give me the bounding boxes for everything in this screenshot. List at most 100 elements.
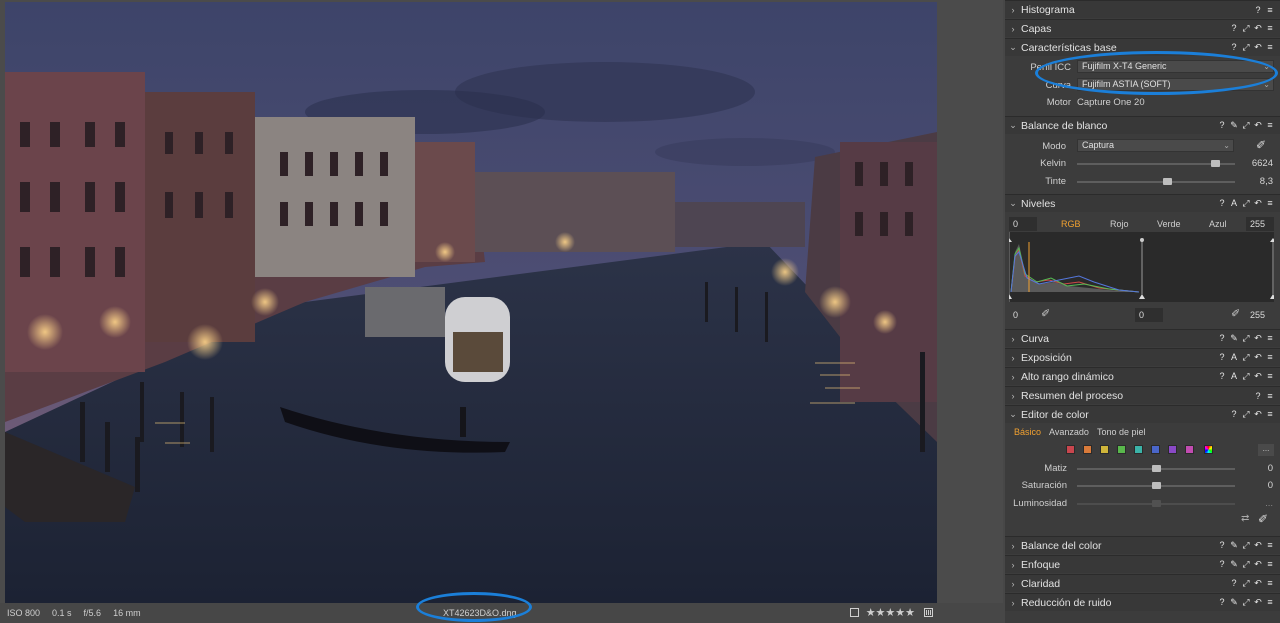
section-claridad[interactable]: › Claridad ? ⤢ ↶ ≡ xyxy=(1005,574,1280,592)
section-reduccion-de-ruido[interactable]: › Reducción de ruido ? ✎ ⤢ ↶ ≡ xyxy=(1005,593,1280,611)
reset-icon[interactable]: ↶ xyxy=(1254,371,1262,382)
color-swatch[interactable] xyxy=(1117,445,1126,454)
help-icon[interactable]: ? xyxy=(1218,371,1226,382)
tab-rgb[interactable]: RGB xyxy=(1061,219,1081,229)
auto-icon[interactable]: A xyxy=(1230,371,1238,382)
copy-icon[interactable]: ⤢ xyxy=(1242,559,1250,570)
hue-value[interactable]: 0 xyxy=(1235,463,1273,474)
saturation-knob[interactable] xyxy=(1151,482,1161,489)
picker-icon[interactable]: ✎ xyxy=(1230,540,1238,551)
curve-select[interactable]: Fujifilm ASTIA (SOFT) ⌄ xyxy=(1077,78,1274,91)
reset-icon[interactable]: ↶ xyxy=(1254,559,1262,570)
levels-input-high[interactable]: 255 xyxy=(1246,217,1274,231)
menu-icon[interactable]: ≡ xyxy=(1266,409,1274,420)
reset-icon[interactable]: ↶ xyxy=(1254,120,1262,131)
color-swatch[interactable] xyxy=(1100,445,1109,454)
copy-icon[interactable]: ⤢ xyxy=(1242,333,1250,344)
kelvin-value[interactable]: 6624 xyxy=(1235,158,1273,169)
tab-verde[interactable]: Verde xyxy=(1157,219,1181,229)
section-balance-del-color[interactable]: › Balance del color ? ✎ ⤢ ↶ ≡ xyxy=(1005,536,1280,554)
photo-canvas[interactable] xyxy=(5,2,937,603)
section-caracteristicas-base[interactable]: ⌄ Características base ? ⤢ ↶ ≡ xyxy=(1005,38,1280,56)
menu-icon[interactable]: ≡ xyxy=(1266,559,1274,570)
saturation-value[interactable]: 0 xyxy=(1235,480,1273,491)
copy-icon[interactable]: ⤢ xyxy=(1242,198,1250,209)
auto-icon[interactable]: A xyxy=(1230,198,1238,209)
reset-icon[interactable]: ↶ xyxy=(1254,198,1262,209)
menu-icon[interactable]: ≡ xyxy=(1266,578,1274,589)
color-swatch[interactable] xyxy=(1134,445,1143,454)
color-swatch[interactable] xyxy=(1151,445,1160,454)
tint-knob[interactable] xyxy=(1163,178,1173,185)
wb-mode-select[interactable]: Captura ⌄ xyxy=(1077,139,1234,152)
section-resumen-del-proceso[interactable]: › Resumen del proceso ? ≡ xyxy=(1005,386,1280,404)
tab-azul[interactable]: Azul xyxy=(1209,219,1227,229)
hue-knob[interactable] xyxy=(1151,465,1161,472)
menu-icon[interactable]: ≡ xyxy=(1266,597,1274,608)
luminosity-knob[interactable] xyxy=(1151,500,1161,507)
levels-output-low[interactable]: 0 xyxy=(1009,308,1037,322)
select-checkbox[interactable] xyxy=(849,608,859,617)
copy-icon[interactable]: ⤢ xyxy=(1242,23,1250,34)
color-swatch[interactable] xyxy=(1185,445,1194,454)
help-icon[interactable]: ? xyxy=(1218,120,1226,131)
section-balance-de-blanco[interactable]: ⌄ Balance de blanco ? ✎ ⤢ ↶ ≡ xyxy=(1005,116,1280,134)
copy-icon[interactable]: ⤢ xyxy=(1242,352,1250,363)
levels-histogram[interactable] xyxy=(1006,232,1276,302)
color-swatch[interactable] xyxy=(1066,445,1075,454)
help-icon[interactable]: ? xyxy=(1230,23,1238,34)
section-alto-rango-dinamico[interactable]: › Alto rango dinámico ? A ⤢ ↶ ≡ xyxy=(1005,367,1280,385)
picker-icon[interactable]: ✎ xyxy=(1230,120,1238,131)
menu-icon[interactable]: ≡ xyxy=(1266,352,1274,363)
help-icon[interactable]: ? xyxy=(1218,352,1226,363)
reset-icon[interactable]: ↶ xyxy=(1254,540,1262,551)
copy-icon[interactable]: ⤢ xyxy=(1242,540,1250,551)
auto-icon[interactable]: A xyxy=(1230,352,1238,363)
menu-icon[interactable]: ≡ xyxy=(1266,120,1274,131)
help-icon[interactable]: ? xyxy=(1218,597,1226,608)
eyedropper-dark-icon[interactable]: ✐ xyxy=(1041,307,1050,320)
help-icon[interactable]: ? xyxy=(1218,198,1226,209)
help-icon[interactable]: ? xyxy=(1218,540,1226,551)
copy-icon[interactable]: ⤢ xyxy=(1242,409,1250,420)
menu-icon[interactable]: ≡ xyxy=(1266,42,1274,53)
reset-icon[interactable]: ↶ xyxy=(1254,597,1262,608)
reset-icon[interactable]: ↶ xyxy=(1254,578,1262,589)
section-histograma[interactable]: › Histograma ? ≡ xyxy=(1005,0,1280,18)
luminosity-slider[interactable] xyxy=(1077,500,1235,507)
kelvin-slider[interactable] xyxy=(1077,160,1235,167)
menu-icon[interactable]: ≡ xyxy=(1266,198,1274,209)
reset-icon[interactable]: ↶ xyxy=(1254,23,1262,34)
section-capas[interactable]: › Capas ? ⤢ ↶ ≡ xyxy=(1005,19,1280,37)
section-niveles[interactable]: ⌄ Niveles ? A ⤢ ↶ ≡ xyxy=(1005,194,1280,212)
reset-icon[interactable]: ↶ xyxy=(1254,42,1262,53)
help-icon[interactable]: ? xyxy=(1230,409,1238,420)
tint-value[interactable]: 8,3 xyxy=(1235,176,1273,187)
copy-icon[interactable]: ⤢ xyxy=(1242,371,1250,382)
levels-mid-value[interactable]: 0 xyxy=(1135,308,1163,322)
copy-icon[interactable]: ⤢ xyxy=(1242,597,1250,608)
copy-icon[interactable]: ⤢ xyxy=(1242,42,1250,53)
tab-tono-de-piel[interactable]: Tono de piel xyxy=(1097,427,1146,437)
help-icon[interactable]: ? xyxy=(1230,42,1238,53)
tab-basico[interactable]: Básico xyxy=(1014,427,1041,437)
reset-icon[interactable]: ↶ xyxy=(1254,333,1262,344)
section-curva[interactable]: › Curva ? ✎ ⤢ ↶ ≡ xyxy=(1005,329,1280,347)
help-icon[interactable]: ? xyxy=(1254,391,1262,401)
reset-icon[interactable]: ↶ xyxy=(1254,352,1262,363)
all-colors-swatch[interactable] xyxy=(1204,445,1213,454)
copy-icon[interactable]: ⤢ xyxy=(1242,120,1250,131)
menu-icon[interactable]: ≡ xyxy=(1266,540,1274,551)
help-icon[interactable]: ? xyxy=(1230,578,1238,589)
tint-slider[interactable] xyxy=(1077,178,1235,185)
kelvin-knob[interactable] xyxy=(1211,160,1221,167)
menu-icon[interactable]: ≡ xyxy=(1266,333,1274,344)
levels-output-high[interactable]: 255 xyxy=(1246,308,1274,322)
menu-icon[interactable]: ≡ xyxy=(1266,391,1274,401)
menu-icon[interactable]: ≡ xyxy=(1266,5,1274,15)
menu-icon[interactable]: ≡ xyxy=(1266,23,1274,34)
picker-icon[interactable]: ✎ xyxy=(1230,597,1238,608)
swap-icon[interactable]: ⇄ xyxy=(1241,513,1249,524)
tab-avanzado[interactable]: Avanzado xyxy=(1049,427,1089,437)
more-button[interactable]: ... xyxy=(1258,444,1274,456)
